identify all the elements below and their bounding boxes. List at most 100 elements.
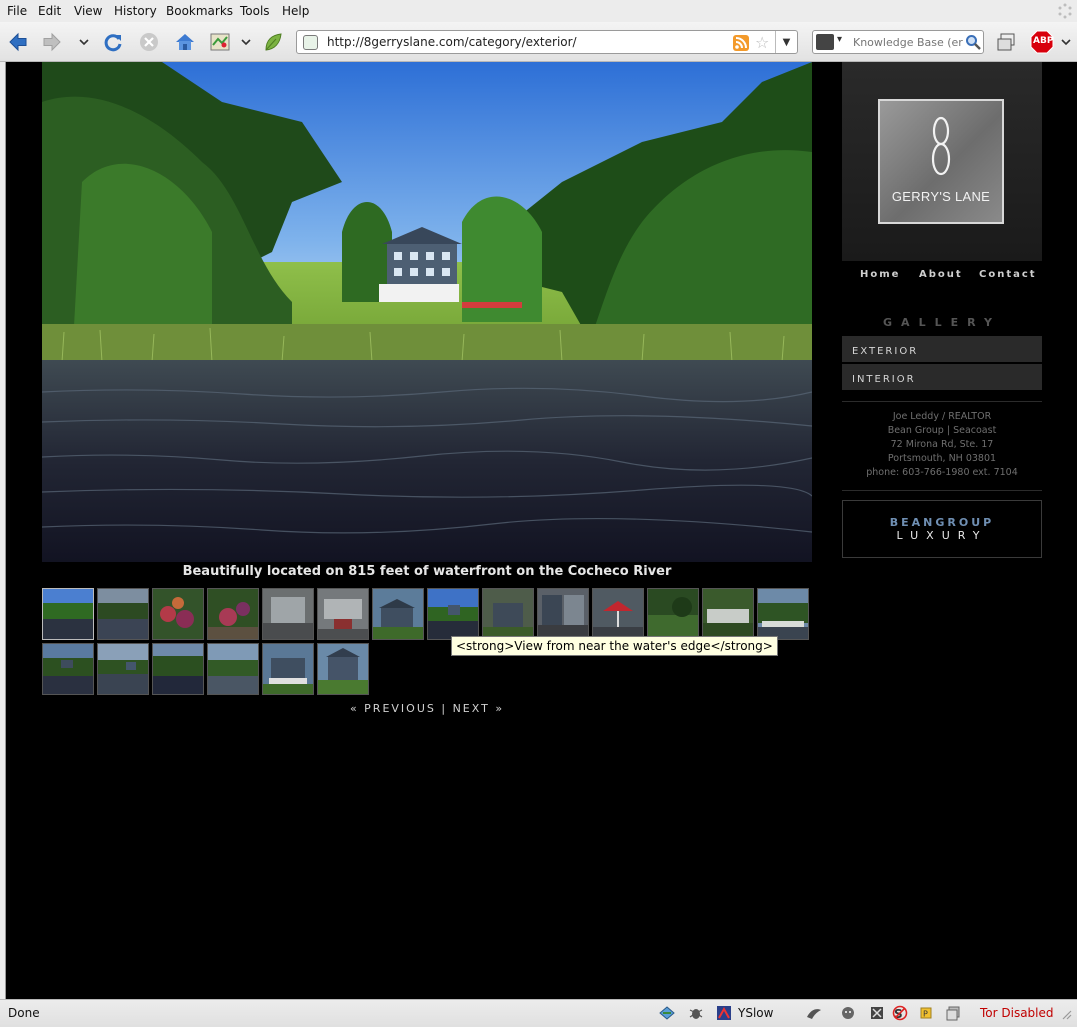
chevron-down-icon bbox=[1061, 39, 1071, 46]
thumbnail-5[interactable] bbox=[262, 588, 314, 640]
thumbnail-6[interactable] bbox=[317, 588, 369, 640]
home-icon bbox=[176, 34, 194, 50]
firebug-icon[interactable] bbox=[688, 1005, 704, 1021]
status-text: Done bbox=[8, 1006, 40, 1020]
stop-button[interactable] bbox=[137, 30, 161, 54]
thumbnail-17[interactable] bbox=[152, 643, 204, 695]
bookmark-star-icon[interactable]: ☆ bbox=[755, 33, 769, 52]
menu-help[interactable]: Help bbox=[282, 4, 309, 18]
menu-view[interactable]: View bbox=[74, 4, 102, 18]
site-identity-icon[interactable] bbox=[303, 35, 318, 50]
reload-button[interactable] bbox=[101, 30, 125, 54]
thumbnail-3[interactable] bbox=[152, 588, 204, 640]
menu-edit[interactable]: Edit bbox=[38, 4, 61, 18]
divider bbox=[842, 401, 1042, 402]
pagination: « PREVIOUS | NEXT » bbox=[42, 702, 812, 715]
logo-name: GERRY'S LANE bbox=[891, 189, 991, 204]
home-button[interactable] bbox=[173, 30, 197, 54]
leaf-icon bbox=[265, 33, 282, 51]
svg-text:P: P bbox=[923, 1010, 928, 1019]
agent-contact: Joe Leddy / REALTOR Bean Group | Seacoas… bbox=[842, 410, 1042, 480]
map-extension-button[interactable] bbox=[208, 30, 232, 54]
thumbnail-18[interactable] bbox=[207, 643, 259, 695]
back-arrow-icon bbox=[9, 32, 27, 52]
stop-icon bbox=[140, 33, 158, 51]
yslow-label[interactable]: YSlow bbox=[738, 1006, 773, 1020]
diamond-addon-icon[interactable] bbox=[659, 1005, 675, 1021]
chevron-down-icon[interactable]: ▾ bbox=[837, 34, 842, 45]
page-viewport: Beautifully located on 815 feet of water… bbox=[6, 62, 1077, 999]
next-link[interactable]: NEXT » bbox=[453, 702, 504, 715]
adblock-plus-button[interactable]: ABP bbox=[1030, 30, 1054, 54]
thumbnail-4[interactable] bbox=[207, 588, 259, 640]
history-dropdown-button[interactable] bbox=[74, 30, 94, 54]
forward-button[interactable] bbox=[40, 30, 64, 54]
thumbnail-7[interactable] bbox=[372, 588, 424, 640]
menu-bar: File Edit View History Bookmarks Tools H… bbox=[0, 0, 1077, 22]
lakeside-house-photo bbox=[42, 62, 812, 562]
tor-status[interactable]: Tor Disabled bbox=[980, 1006, 1054, 1020]
photo-caption: Beautifully located on 815 feet of water… bbox=[182, 564, 672, 579]
thumbnail-8[interactable] bbox=[427, 588, 479, 640]
url-bar[interactable]: http://8gerryslane.com/category/exterior… bbox=[296, 30, 798, 54]
divider bbox=[842, 490, 1042, 491]
thumbnail-20[interactable] bbox=[317, 643, 369, 695]
main-gallery-photo[interactable] bbox=[42, 62, 812, 562]
search-engine-icon[interactable] bbox=[816, 34, 834, 50]
thumbnail-15[interactable] bbox=[42, 643, 94, 695]
thumbnail-9[interactable] bbox=[482, 588, 534, 640]
thumbnail-14[interactable] bbox=[757, 588, 809, 640]
url-dropdown-button[interactable]: ▼ bbox=[775, 31, 797, 53]
thumbnail-19[interactable] bbox=[262, 643, 314, 695]
logo-panel: GERRY'S LANE bbox=[842, 62, 1042, 261]
beangroup-luxury-banner[interactable]: BEANGROUP LUXURY bbox=[842, 500, 1042, 558]
throbber-icon bbox=[1058, 3, 1072, 19]
nav-contact[interactable]: Contact bbox=[979, 269, 1037, 280]
url-text[interactable]: http://8gerryslane.com/category/exterior… bbox=[327, 35, 577, 49]
search-icon[interactable] bbox=[965, 34, 981, 50]
menu-history[interactable]: History bbox=[114, 4, 157, 18]
pages-addon-icon[interactable] bbox=[945, 1005, 961, 1021]
nav-about[interactable]: About bbox=[919, 269, 963, 280]
leaf-extension-button[interactable] bbox=[261, 30, 285, 54]
yslow-icon[interactable] bbox=[716, 1005, 732, 1021]
thumbnail-1[interactable] bbox=[42, 588, 94, 640]
brand-line-2: LUXURY bbox=[896, 529, 988, 542]
pagerank-icon[interactable]: P bbox=[918, 1005, 934, 1021]
category-interior[interactable]: INTERIOR bbox=[842, 364, 1042, 390]
map-dropdown-button[interactable] bbox=[236, 30, 256, 54]
menu-bookmarks[interactable]: Bookmarks bbox=[166, 4, 233, 18]
chevron-down-icon bbox=[79, 39, 89, 46]
resize-grip-icon[interactable] bbox=[1057, 1005, 1073, 1021]
top-navigation: Home About Contact bbox=[842, 269, 1042, 283]
thumbnail-2[interactable] bbox=[97, 588, 149, 640]
category-exterior[interactable]: EXTERIOR bbox=[842, 336, 1042, 362]
search-input[interactable] bbox=[853, 34, 965, 50]
thumbnail-10[interactable] bbox=[537, 588, 589, 640]
thumbnail-11[interactable] bbox=[592, 588, 644, 640]
noscript-icon[interactable]: S bbox=[892, 1005, 908, 1021]
thumbnail-16[interactable] bbox=[97, 643, 149, 695]
menu-tools[interactable]: Tools bbox=[240, 4, 270, 18]
site-logo[interactable]: GERRY'S LANE bbox=[878, 99, 1004, 224]
reload-icon bbox=[104, 34, 122, 52]
chevron-down-icon bbox=[241, 39, 251, 46]
monkey-addon-icon[interactable] bbox=[840, 1005, 856, 1021]
menu-file[interactable]: File bbox=[7, 4, 27, 18]
nav-home[interactable]: Home bbox=[860, 269, 900, 280]
thumbnail-12[interactable] bbox=[647, 588, 699, 640]
windows-extension-button[interactable] bbox=[994, 30, 1018, 54]
forward-arrow-icon bbox=[43, 32, 61, 52]
back-button[interactable] bbox=[6, 30, 30, 54]
rss-feed-icon[interactable] bbox=[733, 35, 749, 51]
toolbar-overflow-button[interactable] bbox=[1058, 30, 1074, 54]
bird-addon-icon[interactable] bbox=[806, 1005, 822, 1021]
puzzle-addon-icon[interactable] bbox=[869, 1005, 885, 1021]
thumbnail-13[interactable] bbox=[702, 588, 754, 640]
thumbnail-tooltip: <strong>View from near the water's edge<… bbox=[451, 636, 778, 656]
windows-icon bbox=[997, 33, 1015, 51]
agent-office: Bean Group | Seacoast bbox=[887, 425, 997, 436]
agent-street: 72 Mirona Rd, Ste. 17 bbox=[890, 439, 994, 450]
agent-city: Portsmouth, NH 03801 bbox=[887, 453, 997, 464]
previous-link[interactable]: « PREVIOUS bbox=[350, 702, 436, 715]
